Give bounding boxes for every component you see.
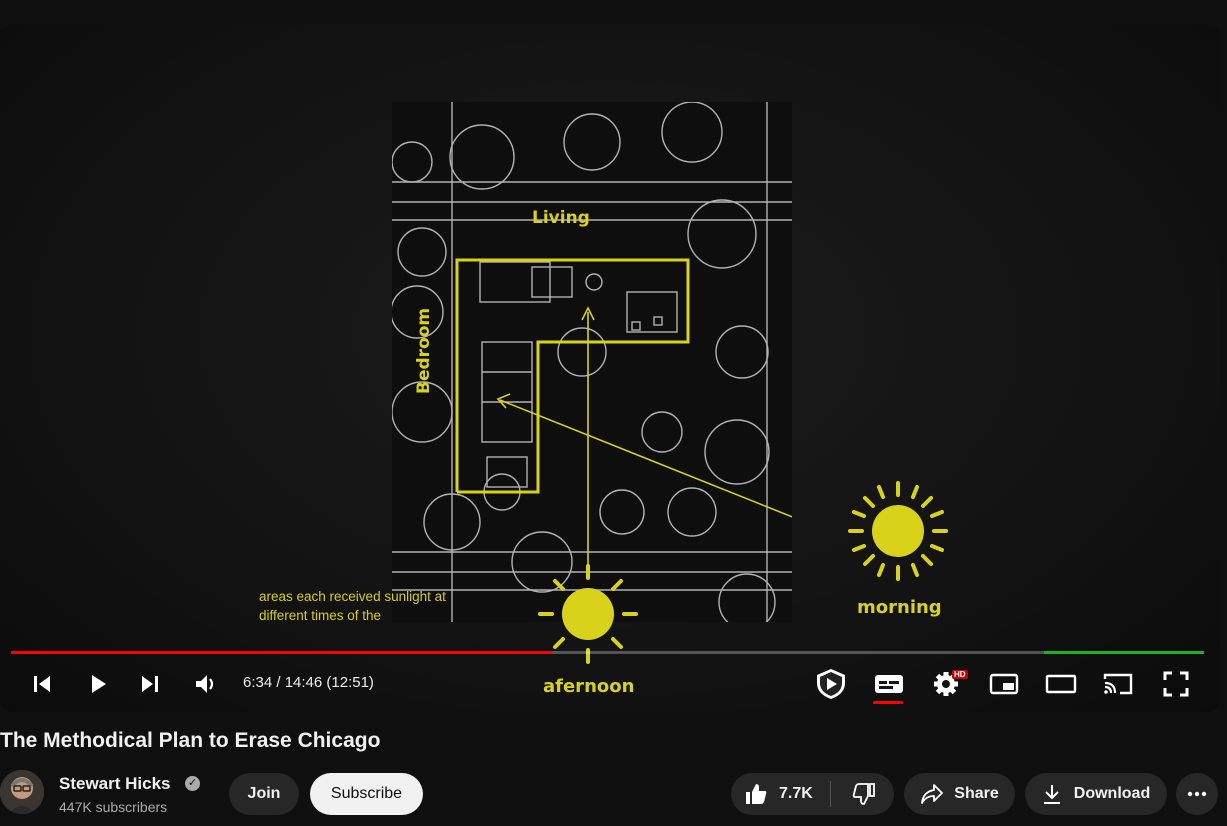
closed-captions: areas each received sunlight at differen… [259, 587, 446, 625]
more-actions-button[interactable] [1176, 773, 1218, 815]
more-horizontal-icon [1187, 791, 1207, 797]
subscribe-button[interactable]: Subscribe [310, 773, 423, 815]
shield-play-icon [817, 669, 845, 699]
miniplayer-button[interactable] [986, 664, 1022, 704]
play-icon [92, 675, 106, 693]
player-controls: 6:34 / 14:46 (12:51) HD [0, 664, 1220, 704]
like-divider [830, 781, 831, 807]
download-button[interactable]: Download [1025, 773, 1167, 815]
previous-button[interactable] [28, 664, 56, 704]
thumbs-up-icon [746, 784, 767, 804]
channel-row: Stewart Hicks ✓ 447K subscribers Join Su… [0, 770, 1227, 820]
settings-button[interactable]: HD [928, 664, 968, 704]
theater-mode-icon [1045, 674, 1077, 694]
miniplayer-icon [989, 673, 1019, 695]
video-title: The Methodical Plan to Erase Chicago [0, 729, 381, 752]
morning-label: morning [857, 597, 942, 618]
dislike-button[interactable] [839, 773, 889, 815]
chapter-segment [1044, 651, 1204, 654]
floor-plan-drawing [392, 102, 792, 622]
play-button[interactable] [84, 664, 112, 704]
share-button[interactable]: Share [904, 773, 1015, 815]
living-label: Living [532, 208, 590, 228]
download-icon [1043, 785, 1060, 804]
progress-bar[interactable] [11, 651, 1204, 654]
video-player[interactable]: Living Bedroom morning afernoon areas ea… [0, 24, 1220, 712]
verified-check-icon: ✓ [185, 776, 200, 791]
avatar-image [0, 770, 44, 814]
progress-played [11, 651, 553, 654]
subtitles-icon [875, 675, 903, 693]
share-label: Share [954, 785, 999, 802]
volume-icon [196, 675, 214, 693]
morning-sun-icon [848, 481, 948, 581]
channel-avatar[interactable] [0, 770, 44, 814]
share-icon [921, 784, 944, 804]
like-button[interactable]: 7.7K [731, 773, 830, 815]
fullscreen-icon [1163, 671, 1189, 697]
cast-icon [1103, 673, 1133, 695]
caption-line: areas each received sunlight at [259, 589, 446, 604]
time-display: 6:34 / 14:46 (12:51) [243, 674, 374, 691]
subtitles-button[interactable] [870, 664, 908, 704]
caption-line: different times of the [259, 608, 382, 623]
download-label: Download [1073, 785, 1151, 802]
fullscreen-button[interactable] [1158, 664, 1194, 704]
sponsorblock-button[interactable] [812, 664, 850, 704]
cast-button[interactable] [1100, 664, 1136, 704]
hd-badge: HD [952, 670, 968, 679]
like-dislike-group: 7.7K [731, 773, 894, 815]
channel-name[interactable]: Stewart Hicks [59, 774, 171, 794]
thumbs-down-icon [852, 783, 875, 805]
theater-mode-button[interactable] [1043, 664, 1079, 704]
next-button[interactable] [136, 664, 164, 704]
volume-button[interactable] [190, 664, 222, 704]
like-count: 7.7K [779, 785, 813, 802]
bedroom-label: Bedroom [414, 307, 434, 394]
subscriber-count: 447K subscribers [59, 799, 168, 815]
skip-previous-icon [34, 676, 50, 692]
skip-next-icon [142, 676, 158, 692]
subtitles-active-indicator [873, 701, 903, 704]
join-button[interactable]: Join [229, 773, 299, 815]
